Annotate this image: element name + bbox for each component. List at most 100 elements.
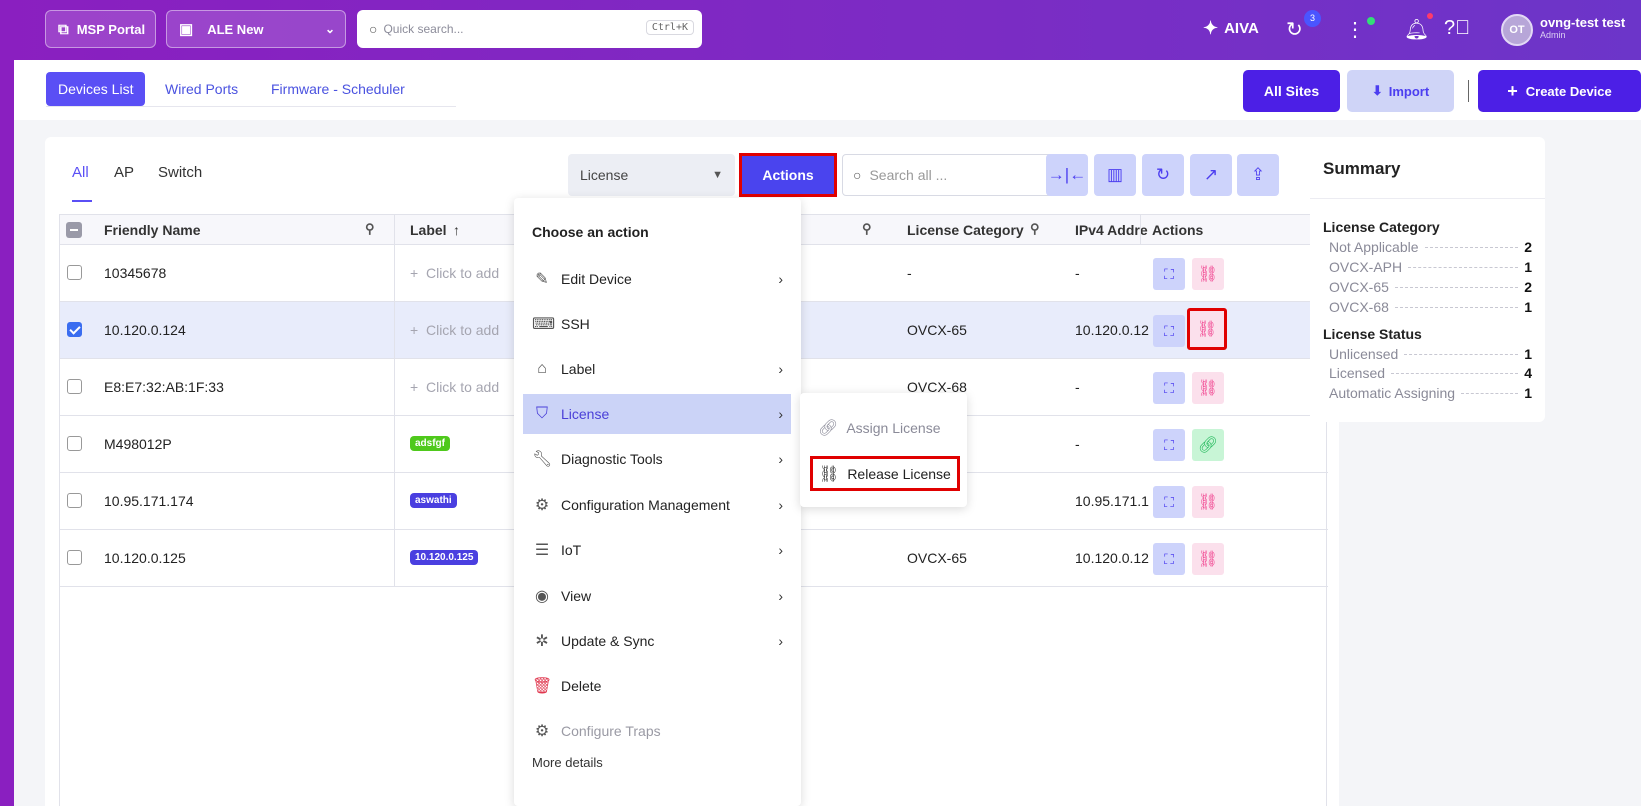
menu-item-configure-traps[interactable]: ⚙ Configure Traps xyxy=(523,711,791,751)
quick-search-input[interactable]: ○ Quick search... Ctrl+K xyxy=(357,10,702,48)
aiva-label: AIVA xyxy=(1224,20,1259,37)
sort-ascending-icon[interactable]: ↑ xyxy=(453,222,460,238)
summary-value: 1 xyxy=(1524,385,1532,401)
tab-devices-list[interactable]: Devices List xyxy=(46,72,146,106)
summary-row[interactable]: Licensed 4 xyxy=(1329,364,1532,382)
organization-select[interactable]: ▣ ALE New ⌄ xyxy=(166,10,346,48)
header-friendly-name[interactable]: Friendly Name xyxy=(104,222,200,238)
summary-row[interactable]: Unlicensed 1 xyxy=(1329,345,1532,363)
expand-button[interactable]: ↗ xyxy=(1190,154,1232,196)
menu-item-edit-device[interactable]: ✎ Edit Device › xyxy=(523,259,791,299)
menu-item-iot[interactable]: ☰ IoT › xyxy=(523,530,791,570)
menu-item-label[interactable]: ⌂ Label › xyxy=(523,349,791,389)
search-icon[interactable]: ⚲ xyxy=(1030,221,1040,237)
menu-item-diagnostic-tools[interactable]: 🔧︎ Diagnostic Tools › xyxy=(523,439,791,479)
column-filter-select[interactable]: License ▼ xyxy=(568,154,735,196)
summary-row[interactable]: OVCX-68 1 xyxy=(1329,298,1532,316)
collapse-columns-button[interactable]: →|← xyxy=(1046,154,1088,196)
license-link-button[interactable]: ⛓ xyxy=(1192,543,1224,575)
menu-item-label: Configuration Management xyxy=(561,497,730,513)
ipv4-address: 10.120.0.12 xyxy=(1075,550,1149,566)
menu-item-update-sync[interactable]: ✲ Update & Sync › xyxy=(523,621,791,661)
license-link-button[interactable]: 🔗︎ xyxy=(1192,429,1224,461)
header-license-category[interactable]: License Category xyxy=(907,222,1024,238)
filter-tab-all[interactable]: All xyxy=(72,164,89,181)
link-icon: 🔗︎ xyxy=(1197,437,1219,454)
row-checkbox[interactable] xyxy=(67,493,82,508)
menu-item-view[interactable]: ◉ View › xyxy=(523,576,791,616)
menu-item-ssh[interactable]: ⌨ SSH xyxy=(523,304,791,344)
add-label-link[interactable]: + Click to add xyxy=(410,265,499,281)
all-sites-button[interactable]: All Sites xyxy=(1243,70,1340,112)
search-icon[interactable]: ⚲ xyxy=(365,221,375,237)
friendly-name[interactable]: 10.120.0.124 xyxy=(104,322,186,338)
row-checkbox[interactable] xyxy=(67,322,82,337)
tab-firmware-scheduler[interactable]: Firmware - Scheduler xyxy=(259,72,417,106)
focus-device-button[interactable]: ⛶ xyxy=(1153,258,1185,290)
frame-icon: ⛶ xyxy=(1164,493,1174,510)
menu-item-delete[interactable]: 🗑︎ Delete xyxy=(523,666,791,706)
focus-device-button[interactable]: ⛶ xyxy=(1153,486,1185,518)
row-checkbox[interactable] xyxy=(67,379,82,394)
assign-license-item[interactable]: 🔗︎ Assign License xyxy=(818,418,940,438)
friendly-name[interactable]: 10.120.0.125 xyxy=(104,550,186,566)
msp-portal-button[interactable]: ⧉ MSP Portal xyxy=(45,10,156,48)
focus-device-button[interactable]: ⛶ xyxy=(1153,543,1185,575)
search-icon: ○ xyxy=(853,167,862,183)
row-checkbox[interactable] xyxy=(67,550,82,565)
focus-device-button[interactable]: ⛶ xyxy=(1153,372,1185,404)
select-all-checkbox[interactable] xyxy=(66,222,82,238)
label-tag[interactable]: adsfgf xyxy=(410,436,450,451)
import-button[interactable]: ⬇ Import xyxy=(1347,70,1454,112)
summary-row[interactable]: OVCX-65 2 xyxy=(1329,278,1532,296)
friendly-name[interactable]: 10345678 xyxy=(104,265,166,281)
search-icon[interactable]: ⚲ xyxy=(862,221,872,237)
header-ipv4[interactable]: IPv4 Addre xyxy=(1075,222,1148,238)
summary-row[interactable]: OVCX-APH 1 xyxy=(1329,258,1532,276)
license-link-button[interactable]: ⛓ xyxy=(1187,308,1227,350)
tab-wired-ports[interactable]: Wired Ports xyxy=(153,72,250,106)
summary-title: Summary xyxy=(1323,159,1401,178)
filter-tab-ap[interactable]: AP xyxy=(114,164,134,181)
bell-icon[interactable]: 🔔︎ xyxy=(1404,17,1429,42)
column-divider xyxy=(394,473,395,530)
summary-label: Unlicensed xyxy=(1329,346,1399,362)
add-label-link[interactable]: + Click to add xyxy=(410,322,499,338)
add-label-link[interactable]: + Click to add xyxy=(410,379,499,395)
summary-row[interactable]: Not Applicable 2 xyxy=(1329,238,1532,256)
header-label[interactable]: Label xyxy=(410,222,447,238)
license-link-button[interactable]: ⛓ xyxy=(1192,258,1224,290)
row-checkbox[interactable] xyxy=(67,265,82,280)
assign-license-label: Assign License xyxy=(846,420,941,436)
refresh-tasks-icon[interactable]: ↻ xyxy=(1286,17,1303,42)
row-checkbox[interactable] xyxy=(67,436,82,451)
label-tag[interactable]: aswathi xyxy=(410,493,457,508)
license-link-button[interactable]: ⛓ xyxy=(1192,372,1224,404)
label-tag[interactable]: 10.120.0.125 xyxy=(410,550,479,565)
release-license-item[interactable]: ⛓ Release License xyxy=(810,456,960,491)
user-name[interactable]: ovng-test test xyxy=(1540,15,1625,30)
create-device-button[interactable]: + Create Device xyxy=(1478,70,1641,112)
summary-row[interactable]: Automatic Assigning 1 xyxy=(1329,384,1532,402)
aiva-button[interactable]: ✦ AIVA xyxy=(1203,18,1259,39)
dotted-leader xyxy=(1424,246,1519,248)
actions-button[interactable]: Actions xyxy=(739,153,837,197)
search-all-input[interactable]: ○ Search all ... xyxy=(842,154,1076,196)
export-button[interactable]: ⇪ xyxy=(1237,154,1279,196)
license-link-button[interactable]: ⛓ xyxy=(1192,486,1224,518)
friendly-name[interactable]: E8:E7:32:AB:1F:33 xyxy=(104,379,224,395)
focus-device-button[interactable]: ⛶ xyxy=(1153,429,1185,461)
filter-tab-switch[interactable]: Switch xyxy=(158,164,202,181)
friendly-name[interactable]: 10.95.171.174 xyxy=(104,493,194,509)
avatar[interactable]: OT xyxy=(1501,14,1533,46)
help-icon[interactable]: ?⃝ xyxy=(1444,17,1470,40)
license-category: OVCX-65 xyxy=(907,322,967,338)
refresh-button[interactable]: ↻ xyxy=(1142,154,1184,196)
column-layout-button[interactable]: ▥ xyxy=(1094,154,1136,196)
focus-device-button[interactable]: ⛶ xyxy=(1153,315,1185,347)
menu-item-license[interactable]: ⛉ License › xyxy=(523,394,791,434)
menu-item-configuration-management[interactable]: ⚙ Configuration Management › xyxy=(523,485,791,525)
more-details-link[interactable]: More details xyxy=(532,755,603,770)
status-indicator-icon[interactable]: ⋮ xyxy=(1345,17,1365,42)
friendly-name[interactable]: M498012P xyxy=(104,436,172,452)
